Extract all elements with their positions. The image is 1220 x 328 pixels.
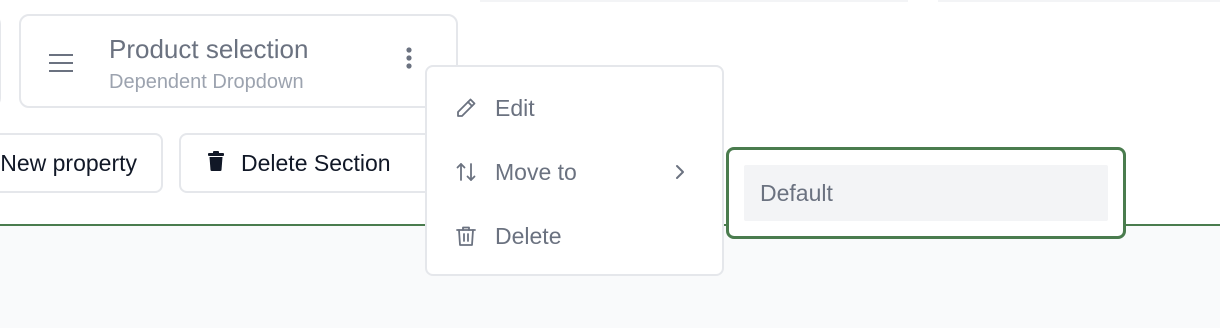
menu-item-label: Move to	[495, 158, 577, 185]
new-property-button[interactable]: New property	[0, 133, 163, 193]
more-options-icon[interactable]	[397, 44, 421, 72]
top-divider-left	[480, 0, 908, 2]
previous-property-card[interactable]	[0, 14, 1, 108]
menu-item-move-to[interactable]: Move to	[427, 148, 722, 196]
delete-section-label: Delete Section	[241, 149, 391, 176]
pencil-icon	[453, 95, 479, 121]
menu-item-label: Delete	[495, 222, 562, 249]
arrows-up-down-icon	[453, 159, 479, 185]
chevron-right-icon	[669, 160, 691, 184]
menu-item-delete[interactable]: Delete	[427, 212, 722, 260]
submenu-option-default[interactable]: Default	[744, 165, 1108, 221]
property-card[interactable]: Product selection Dependent Dropdown	[19, 14, 458, 108]
move-to-submenu: Default	[726, 147, 1126, 239]
trash-icon	[207, 150, 225, 177]
menu-item-edit[interactable]: Edit	[427, 84, 722, 132]
property-context-menu: Edit Move to Delete	[425, 65, 724, 276]
delete-section-button[interactable]: Delete Section	[179, 133, 454, 193]
property-title: Product selection	[109, 34, 309, 64]
drag-handle-icon[interactable]	[48, 53, 74, 73]
menu-item-label: Edit	[495, 94, 535, 121]
top-divider-right	[938, 0, 1220, 2]
trash-outline-icon	[453, 223, 479, 249]
new-property-label: New property	[0, 149, 137, 176]
property-subtitle: Dependent Dropdown	[109, 71, 304, 93]
